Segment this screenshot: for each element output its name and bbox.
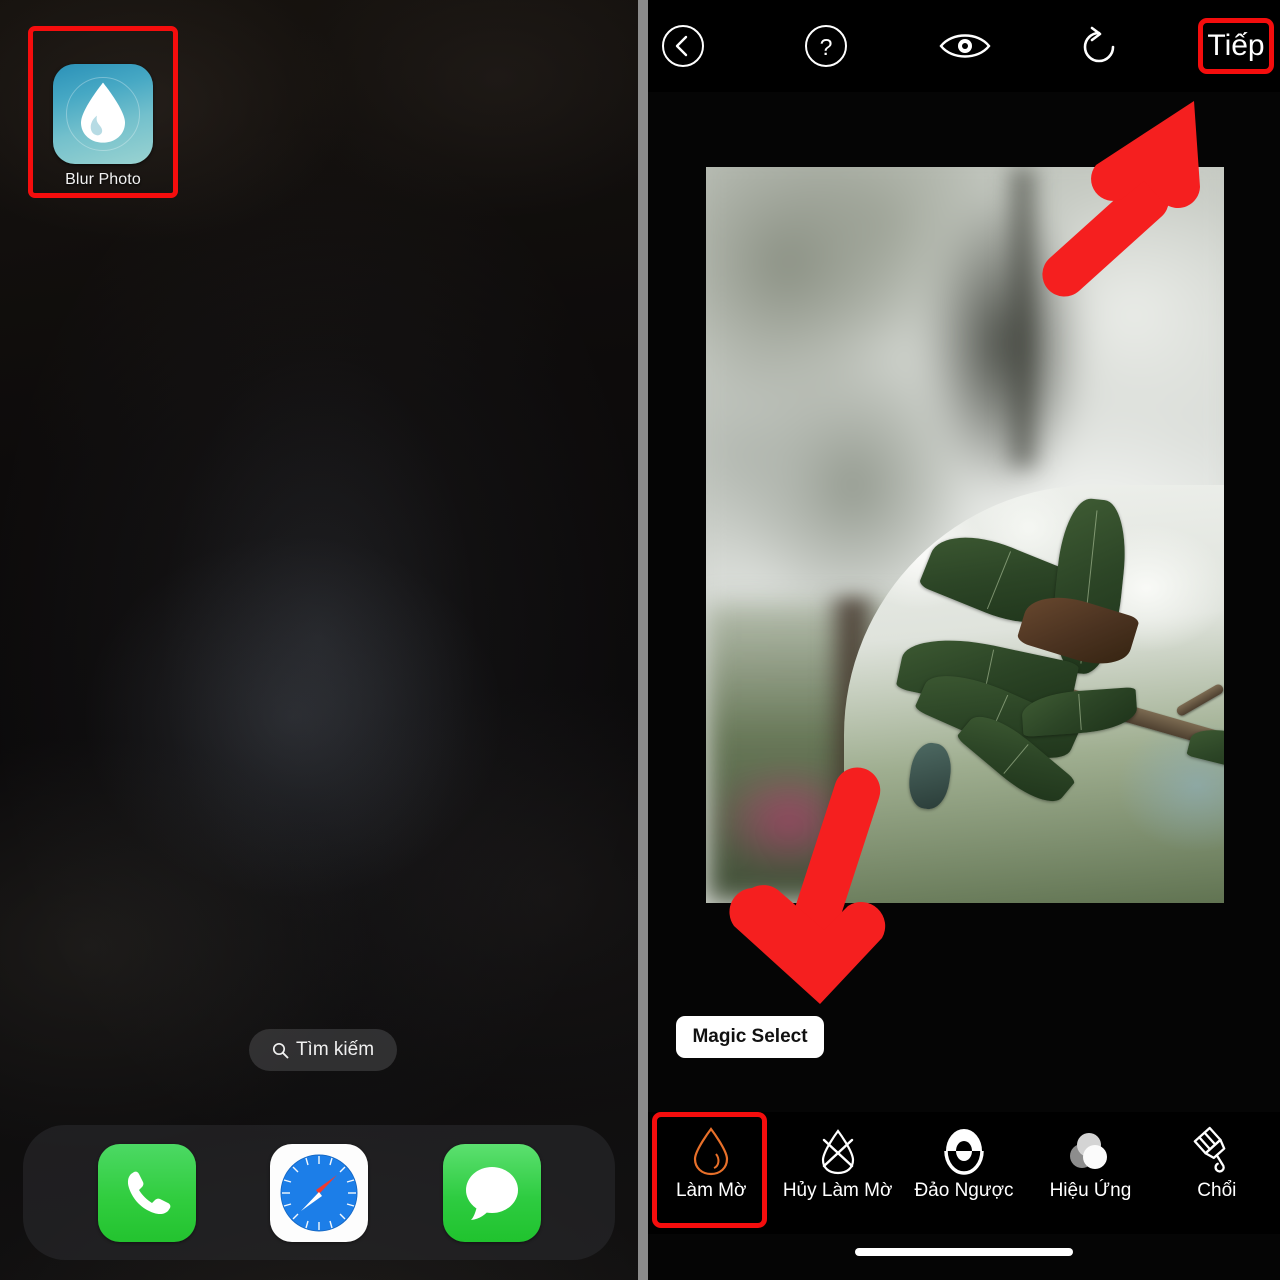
undo-rotate-icon	[1083, 26, 1115, 63]
help-button[interactable]: ?	[803, 23, 849, 69]
dock-item-phone[interactable]	[97, 1143, 196, 1242]
paintbrush-icon	[1191, 1124, 1243, 1178]
screenshot-root: Blur Photo Tìm kiếm ? Tiếp Magic Select …	[0, 0, 1280, 1280]
dock-item-messages[interactable]	[442, 1143, 541, 1242]
eye-icon	[939, 34, 991, 58]
overlapping-circles-icon	[1065, 1124, 1115, 1178]
phone-icon	[127, 1171, 170, 1214]
search-label: Tìm kiếm	[295, 1039, 375, 1060]
tool-brush-label: Chổi	[1197, 1180, 1237, 1201]
red-arrow-down-left	[729, 767, 886, 1004]
app-icon-blur-photo[interactable]: Blur Photo	[53, 64, 153, 189]
tool-effects-label: Hiệu Ứng	[1049, 1180, 1132, 1201]
panel-divider	[638, 0, 648, 1280]
messages-bubble-icon	[465, 1166, 518, 1220]
tool-blur-label: Làm Mờ	[675, 1180, 747, 1201]
editor-topbar: ? Tiếp	[648, 0, 1280, 92]
safari-compass-icon	[280, 1154, 358, 1231]
dock-item-safari[interactable]	[270, 1143, 368, 1242]
tool-unblur[interactable]: Hủy Làm Mờ	[774, 1112, 900, 1202]
search-icon	[272, 1042, 289, 1058]
water-droplet-icon	[53, 64, 153, 164]
tool-blur[interactable]: Làm Mờ	[648, 1112, 774, 1228]
red-arrow-up-right	[1042, 101, 1200, 297]
chevron-left-circle-icon	[662, 25, 704, 67]
tool-invert[interactable]: Đảo Ngược	[901, 1112, 1027, 1202]
magic-select-label: Magic Select	[692, 1026, 808, 1047]
tool-unblur-label: Hủy Làm Mờ	[782, 1180, 893, 1201]
droplet-outline-icon	[691, 1124, 731, 1178]
droplet-crossed-icon	[817, 1124, 859, 1178]
back-button[interactable]	[660, 23, 706, 69]
preview-eye-button[interactable]	[937, 28, 993, 64]
next-button[interactable]: Tiếp	[1198, 18, 1274, 74]
ios-home-screen-panel: Blur Photo Tìm kiếm	[0, 0, 638, 1280]
invert-circle-icon	[941, 1124, 987, 1178]
tool-brush[interactable]: Chổi	[1154, 1112, 1280, 1202]
tool-effects[interactable]: Hiệu Ứng	[1027, 1112, 1153, 1202]
dock	[23, 1125, 615, 1260]
blur-photo-editor-panel: ? Tiếp Magic Select Làm Mờ Hủy Làm Mờ Đả…	[648, 0, 1280, 1280]
app-label: Blur Photo	[65, 171, 141, 188]
question-mark-circle-icon: ?	[805, 25, 847, 67]
svg-text:?: ?	[820, 34, 833, 60]
undo-button[interactable]	[1077, 24, 1123, 70]
tool-invert-label: Đảo Ngược	[914, 1180, 1014, 1201]
home-indicator-bar[interactable]	[855, 1248, 1073, 1256]
search-pill[interactable]: Tìm kiếm	[249, 1029, 397, 1071]
magic-select-tooltip: Magic Select	[676, 1016, 824, 1058]
editor-toolbar: Làm Mờ Hủy Làm Mờ Đảo Ngược Hiệu Ứng Chổ…	[648, 1112, 1280, 1234]
